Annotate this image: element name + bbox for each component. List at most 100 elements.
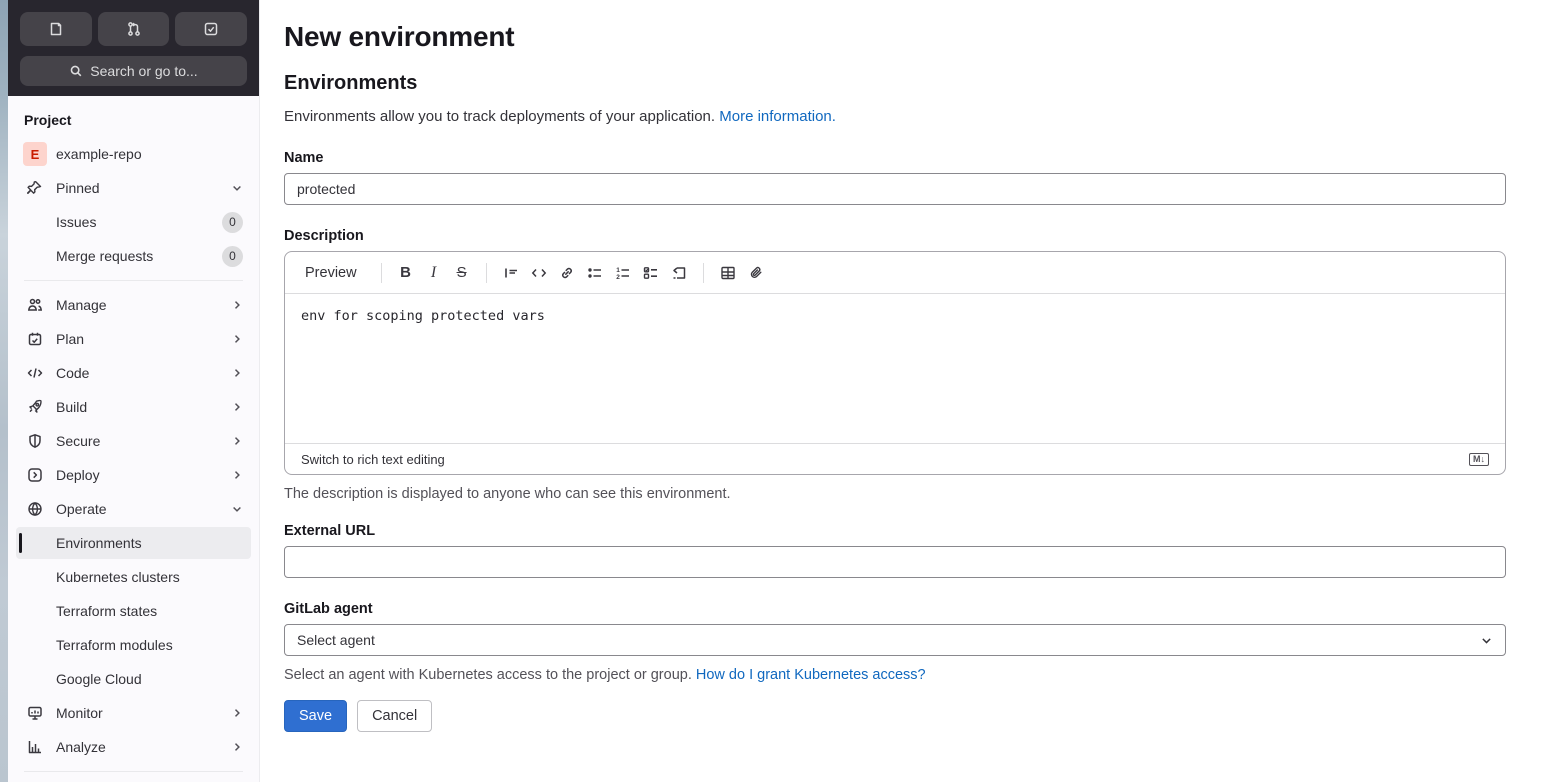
code-icon: [27, 365, 43, 381]
gitlab-agent-label: GitLab agent: [284, 601, 373, 617]
strikethrough-button[interactable]: S: [448, 259, 476, 287]
merge-requests-count-badge: 0: [222, 245, 243, 267]
switch-rich-text-link[interactable]: Switch to rich text editing: [301, 452, 445, 467]
italic-button[interactable]: I: [420, 259, 448, 287]
sidebar-item-kubernetes-clusters[interactable]: Kubernetes clusters: [16, 561, 251, 593]
sidebar-item-manage[interactable]: Manage: [16, 289, 251, 321]
name-field-group: Name: [284, 150, 1506, 205]
numbered-list-button[interactable]: 12: [609, 259, 637, 287]
cancel-button[interactable]: Cancel: [357, 700, 433, 732]
todo-icon: [203, 21, 219, 37]
sidebar-item-code[interactable]: Code: [16, 357, 251, 389]
page-title: New environment: [284, 21, 515, 52]
main-content: New environment Environments Environment…: [260, 0, 1550, 782]
sidebar-item-project[interactable]: E example-repo: [16, 138, 251, 170]
issues-shortcut-button[interactable]: [20, 12, 92, 46]
description-field-group: Description Preview B I S 1 2 env for sc…: [284, 228, 1506, 502]
chevron-down-icon: [1480, 634, 1493, 647]
project-section-label: Project: [24, 112, 72, 128]
divider: [24, 280, 243, 281]
merge-request-icon: [126, 21, 142, 37]
sidebar-item-terraform-modules[interactable]: Terraform modules: [16, 629, 251, 661]
sidebar-item-terraform-states[interactable]: Terraform states: [16, 595, 251, 627]
bold-button[interactable]: B: [392, 259, 420, 287]
bullet-list-button[interactable]: [581, 259, 609, 287]
divider: [24, 771, 243, 772]
google-cloud-label: Google Cloud: [56, 671, 142, 687]
insert-link-button[interactable]: [553, 259, 581, 287]
code-block-button[interactable]: [525, 259, 553, 287]
users-icon: [27, 297, 43, 313]
sidebar-item-analyze[interactable]: Analyze: [16, 731, 251, 763]
sidebar-item-deploy[interactable]: Deploy: [16, 459, 251, 491]
sidebar: Search or go to... Project E example-rep…: [8, 0, 260, 782]
deploy-icon: [27, 467, 43, 483]
insert-table-button[interactable]: [714, 259, 742, 287]
operate-icon: [27, 501, 43, 517]
search-button[interactable]: Search or go to...: [20, 56, 247, 86]
chevron-right-icon: [231, 333, 243, 345]
agent-field-group: GitLab agent Select agent Select an agen…: [284, 601, 1506, 683]
sidebar-item-issues[interactable]: Issues 0: [16, 206, 251, 238]
issues-icon: [48, 21, 64, 37]
chevron-down-icon: [231, 503, 243, 515]
code-icon: [531, 265, 547, 281]
more-information-link[interactable]: More information.: [719, 108, 836, 125]
sidebar-item-merge-requests[interactable]: Merge requests 0: [16, 240, 251, 272]
analyze-label: Analyze: [56, 739, 106, 755]
analyze-icon: [27, 739, 43, 755]
name-label: Name: [284, 150, 324, 166]
svg-text:2: 2: [616, 274, 620, 281]
preview-tab[interactable]: Preview: [301, 259, 361, 287]
paperclip-icon: [748, 265, 764, 281]
pin-icon: [27, 180, 43, 196]
kubernetes-access-link[interactable]: How do I grant Kubernetes access?: [696, 667, 926, 683]
sidebar-nav: Project E example-repo Pinned Issues 0 M…: [8, 96, 259, 782]
description-textarea[interactable]: env for scoping protected vars: [285, 294, 1505, 440]
editor-footer: Switch to rich text editing M↓: [285, 443, 1505, 474]
calendar-icon: [27, 331, 43, 347]
sidebar-item-secure[interactable]: Secure: [16, 425, 251, 457]
sidebar-item-build[interactable]: Build: [16, 391, 251, 423]
description-help-text: The description is displayed to anyone w…: [284, 486, 731, 502]
environments-heading: Environments: [284, 72, 418, 94]
form-actions: Save Cancel: [284, 700, 1506, 732]
task-list-icon: [643, 265, 659, 281]
deploy-label: Deploy: [56, 467, 100, 483]
markdown-editor: Preview B I S 1 2 env for scoping protec…: [284, 251, 1506, 475]
sidebar-item-google-cloud[interactable]: Google Cloud: [16, 663, 251, 695]
secure-label: Secure: [56, 433, 101, 449]
name-input[interactable]: [284, 173, 1506, 205]
toolbar-divider: [702, 262, 704, 283]
issues-label: Issues: [56, 214, 97, 230]
sidebar-item-plan[interactable]: Plan: [16, 323, 251, 355]
intro-text: Environments allow you to track deployme…: [284, 108, 1506, 125]
todo-shortcut-button[interactable]: [175, 12, 248, 46]
window-edge: [0, 0, 8, 782]
blockquote-icon: [503, 265, 519, 281]
sidebar-item-operate[interactable]: Operate: [16, 493, 251, 525]
editor-toolbar: Preview B I S 1 2: [285, 252, 1505, 294]
chevron-right-icon: [231, 367, 243, 379]
toolbar-divider: [485, 262, 487, 283]
sidebar-item-monitor[interactable]: Monitor: [16, 697, 251, 729]
shield-icon: [27, 433, 43, 449]
sidebar-item-environments[interactable]: Environments: [16, 527, 251, 559]
collapsible-section-button[interactable]: [665, 259, 693, 287]
external-url-label: External URL: [284, 523, 376, 539]
search-icon: [69, 64, 83, 78]
chevron-right-icon: [231, 707, 243, 719]
merge-requests-shortcut-button[interactable]: [97, 12, 170, 46]
save-button[interactable]: Save: [284, 700, 348, 732]
pinned-label: Pinned: [56, 180, 100, 196]
sidebar-item-pinned[interactable]: Pinned: [16, 172, 251, 204]
agent-help-body: Select an agent with Kubernetes access t…: [284, 667, 692, 683]
attach-file-button[interactable]: [742, 259, 770, 287]
agent-select[interactable]: Select agent: [284, 624, 1506, 656]
blockquote-button[interactable]: [497, 259, 525, 287]
search-label: Search or go to...: [90, 63, 198, 79]
project-avatar: E: [23, 142, 47, 166]
sidebar-top-bar: Search or go to...: [8, 0, 259, 96]
external-url-input[interactable]: [284, 546, 1506, 578]
task-list-button[interactable]: [637, 259, 665, 287]
